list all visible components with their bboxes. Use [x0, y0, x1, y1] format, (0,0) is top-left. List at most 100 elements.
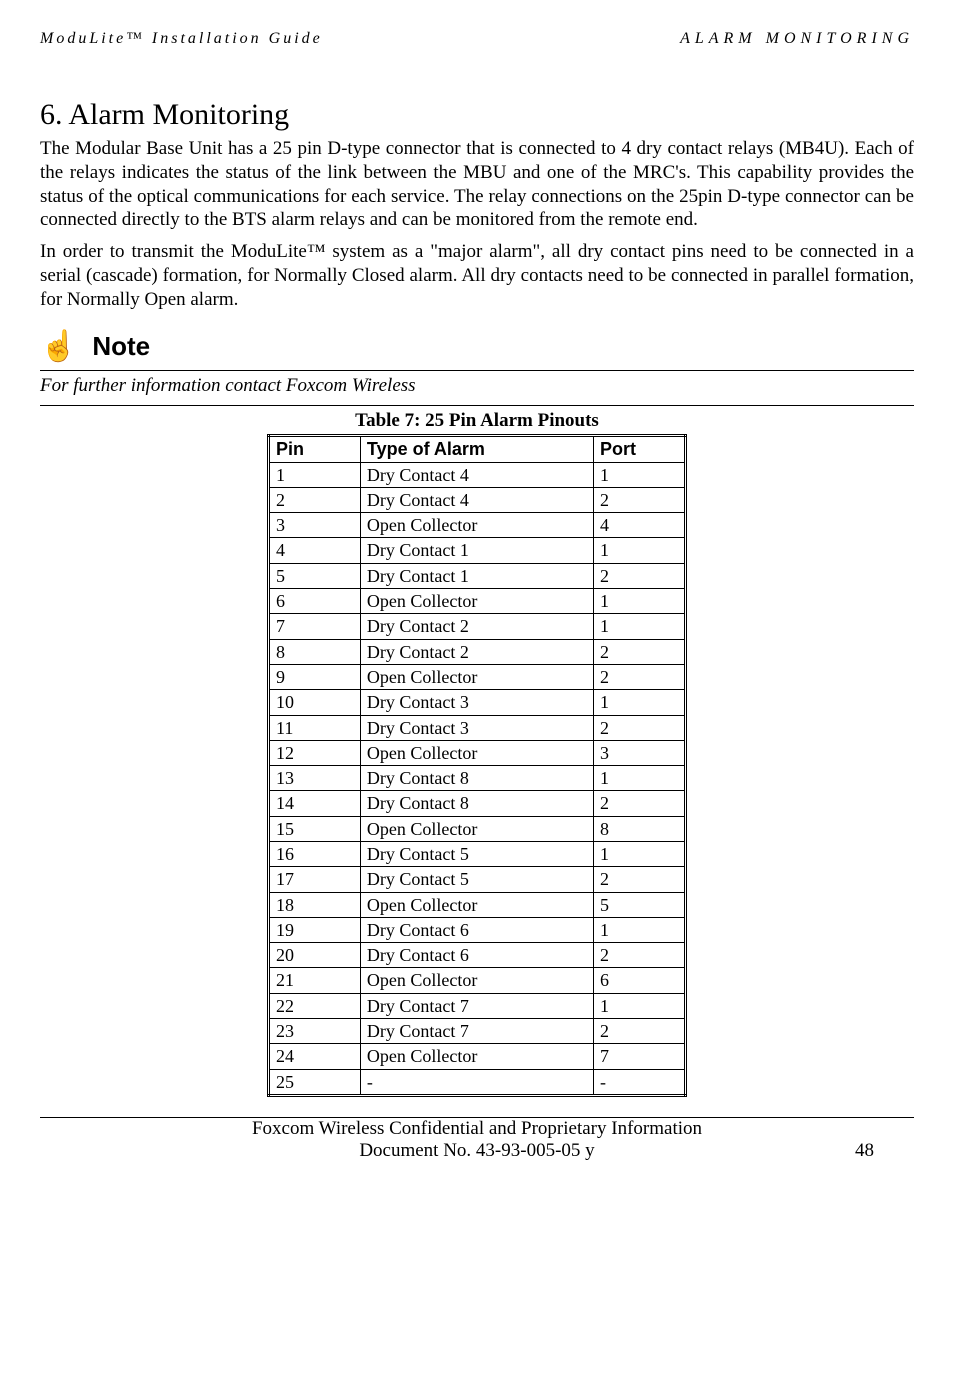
table-row: 11Dry Contact 32 — [269, 715, 686, 740]
table-cell: 1 — [594, 917, 686, 942]
table-cell: Dry Contact 6 — [360, 917, 593, 942]
table-cell: 1 — [594, 614, 686, 639]
table-cell: 8 — [594, 816, 686, 841]
divider — [40, 405, 914, 406]
table-cell: 18 — [269, 892, 361, 917]
header-left: ModuLite™ Installation Guide — [40, 30, 323, 48]
body-paragraph-2: In order to transmit the ModuLite™ syste… — [40, 240, 914, 311]
table-cell: 1 — [594, 690, 686, 715]
table-cell: Dry Contact 3 — [360, 690, 593, 715]
table-cell: 5 — [594, 892, 686, 917]
table-row: 8Dry Contact 22 — [269, 639, 686, 664]
table-cell: 1 — [594, 462, 686, 487]
table-cell: Dry Contact 6 — [360, 943, 593, 968]
table-cell: Dry Contact 1 — [360, 563, 593, 588]
table-cell: 5 — [269, 563, 361, 588]
table-row: 1Dry Contact 41 — [269, 462, 686, 487]
table-cell: 2 — [594, 715, 686, 740]
table-cell: 19 — [269, 917, 361, 942]
table-cell: Dry Contact 1 — [360, 538, 593, 563]
table-cell: Dry Contact 8 — [360, 791, 593, 816]
note-block: ☝ Note — [40, 331, 914, 362]
table-row: 3Open Collector4 — [269, 513, 686, 538]
table-cell: - — [360, 1069, 593, 1095]
table-cell: Dry Contact 7 — [360, 993, 593, 1018]
col-header-type: Type of Alarm — [360, 436, 593, 462]
table-cell: Dry Contact 8 — [360, 766, 593, 791]
table-cell: 1 — [594, 993, 686, 1018]
table-cell: 4 — [269, 538, 361, 563]
table-row: 20Dry Contact 62 — [269, 943, 686, 968]
page-number: 48 — [855, 1140, 874, 1162]
table-cell: 6 — [594, 968, 686, 993]
col-header-pin: Pin — [269, 436, 361, 462]
table-cell: Dry Contact 3 — [360, 715, 593, 740]
table-row: 22Dry Contact 71 — [269, 993, 686, 1018]
table-row: 12Open Collector3 — [269, 740, 686, 765]
col-header-port: Port — [594, 436, 686, 462]
table-row: 18Open Collector5 — [269, 892, 686, 917]
table-row: 21Open Collector6 — [269, 968, 686, 993]
table-cell: 2 — [594, 867, 686, 892]
table-row: 19Dry Contact 61 — [269, 917, 686, 942]
table-row: 25-- — [269, 1069, 686, 1095]
table-cell: Dry Contact 4 — [360, 462, 593, 487]
table-row: 5Dry Contact 12 — [269, 563, 686, 588]
body-paragraph-1: The Modular Base Unit has a 25 pin D-typ… — [40, 137, 914, 232]
table-cell: Dry Contact 7 — [360, 1019, 593, 1044]
table-cell: 17 — [269, 867, 361, 892]
table-row: 4Dry Contact 11 — [269, 538, 686, 563]
table-cell: 20 — [269, 943, 361, 968]
page-header: ModuLite™ Installation Guide ALARM MONIT… — [40, 30, 914, 48]
table-row: 24Open Collector7 — [269, 1044, 686, 1069]
table-cell: 1 — [594, 589, 686, 614]
table-cell: Open Collector — [360, 1044, 593, 1069]
header-right: ALARM MONITORING — [680, 30, 914, 48]
table-cell: 8 — [269, 639, 361, 664]
table-cell: 14 — [269, 791, 361, 816]
table-cell: 22 — [269, 993, 361, 1018]
table-row: 15Open Collector8 — [269, 816, 686, 841]
table-cell: 4 — [594, 513, 686, 538]
table-cell: 9 — [269, 664, 361, 689]
table-row: 23Dry Contact 72 — [269, 1019, 686, 1044]
pinouts-table: Pin Type of Alarm Port 1Dry Contact 412D… — [267, 434, 687, 1097]
table-cell: 1 — [594, 842, 686, 867]
table-cell: Dry Contact 5 — [360, 842, 593, 867]
table-row: 9Open Collector2 — [269, 664, 686, 689]
footer-docnum: Document No. 43-93-005-05 y — [359, 1140, 594, 1162]
table-cell: 2 — [269, 487, 361, 512]
table-row: 7Dry Contact 21 — [269, 614, 686, 639]
table-cell: 25 — [269, 1069, 361, 1095]
table-cell: 3 — [594, 740, 686, 765]
table-cell: 6 — [269, 589, 361, 614]
table-cell: Dry Contact 4 — [360, 487, 593, 512]
table-row: 10Dry Contact 31 — [269, 690, 686, 715]
note-label: Note — [92, 331, 150, 362]
table-cell: 2 — [594, 664, 686, 689]
table-cell: Open Collector — [360, 513, 593, 538]
page-footer: Foxcom Wireless Confidential and Proprie… — [40, 1117, 914, 1162]
table-cell: - — [594, 1069, 686, 1095]
table-cell: 12 — [269, 740, 361, 765]
note-subtext: For further information contact Foxcom W… — [40, 375, 914, 397]
table-caption: Table 7: 25 Pin Alarm Pinouts — [40, 410, 914, 432]
table-header-row: Pin Type of Alarm Port — [269, 436, 686, 462]
table-cell: 2 — [594, 487, 686, 512]
table-cell: Open Collector — [360, 816, 593, 841]
table-cell: 2 — [594, 1019, 686, 1044]
table-row: 2Dry Contact 42 — [269, 487, 686, 512]
section-heading: 6. Alarm Monitoring — [40, 98, 914, 132]
table-row: 13Dry Contact 81 — [269, 766, 686, 791]
table-cell: 3 — [269, 513, 361, 538]
table-cell: Dry Contact 5 — [360, 867, 593, 892]
table-cell: 24 — [269, 1044, 361, 1069]
table-cell: Dry Contact 2 — [360, 614, 593, 639]
table-cell: 11 — [269, 715, 361, 740]
table-cell: 2 — [594, 791, 686, 816]
table-cell: 7 — [594, 1044, 686, 1069]
divider — [40, 370, 914, 371]
table-cell: 2 — [594, 563, 686, 588]
table-cell: Open Collector — [360, 664, 593, 689]
table-cell: 13 — [269, 766, 361, 791]
